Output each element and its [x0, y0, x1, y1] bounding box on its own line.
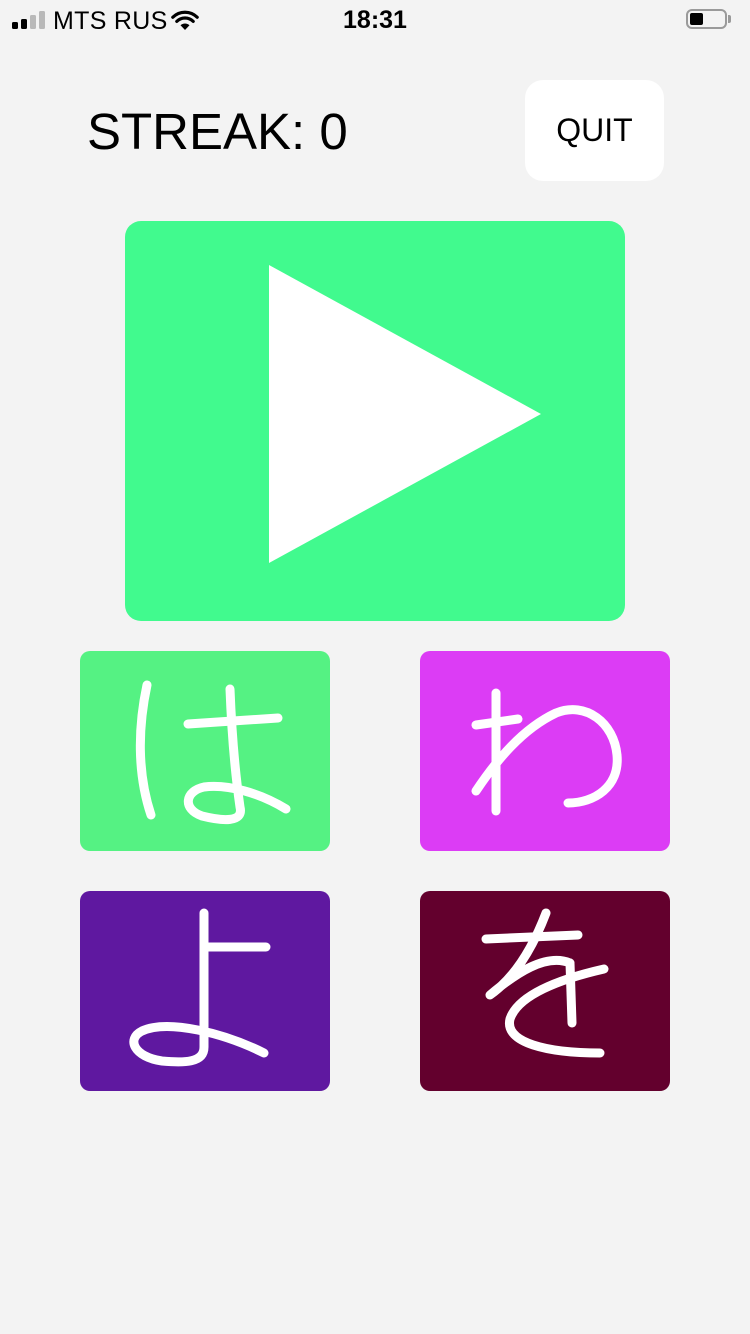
answer-tile-wa[interactable]: わ: [420, 651, 670, 851]
hiragana-yo-glyph: [129, 908, 271, 1067]
answer-tile-wo[interactable]: を: [420, 891, 670, 1091]
battery-level-fill: [690, 13, 703, 25]
answer-tile-yo[interactable]: よ: [80, 891, 330, 1091]
hiragana-wo-glyph: [481, 908, 609, 1058]
play-icon: [269, 265, 541, 563]
quit-button[interactable]: QUIT: [525, 80, 664, 181]
hiragana-wa-glyph: [471, 688, 622, 816]
clock-time: 18:31: [343, 6, 407, 34]
play-audio-button[interactable]: [125, 221, 625, 621]
battery-icon: [686, 9, 731, 31]
streak-counter: STREAK: 0: [87, 103, 348, 160]
answer-tile-ha[interactable]: は: [80, 651, 330, 851]
status-bar: MTS RUS 18:31: [0, 0, 750, 40]
hiragana-ha-glyph: [135, 680, 291, 825]
